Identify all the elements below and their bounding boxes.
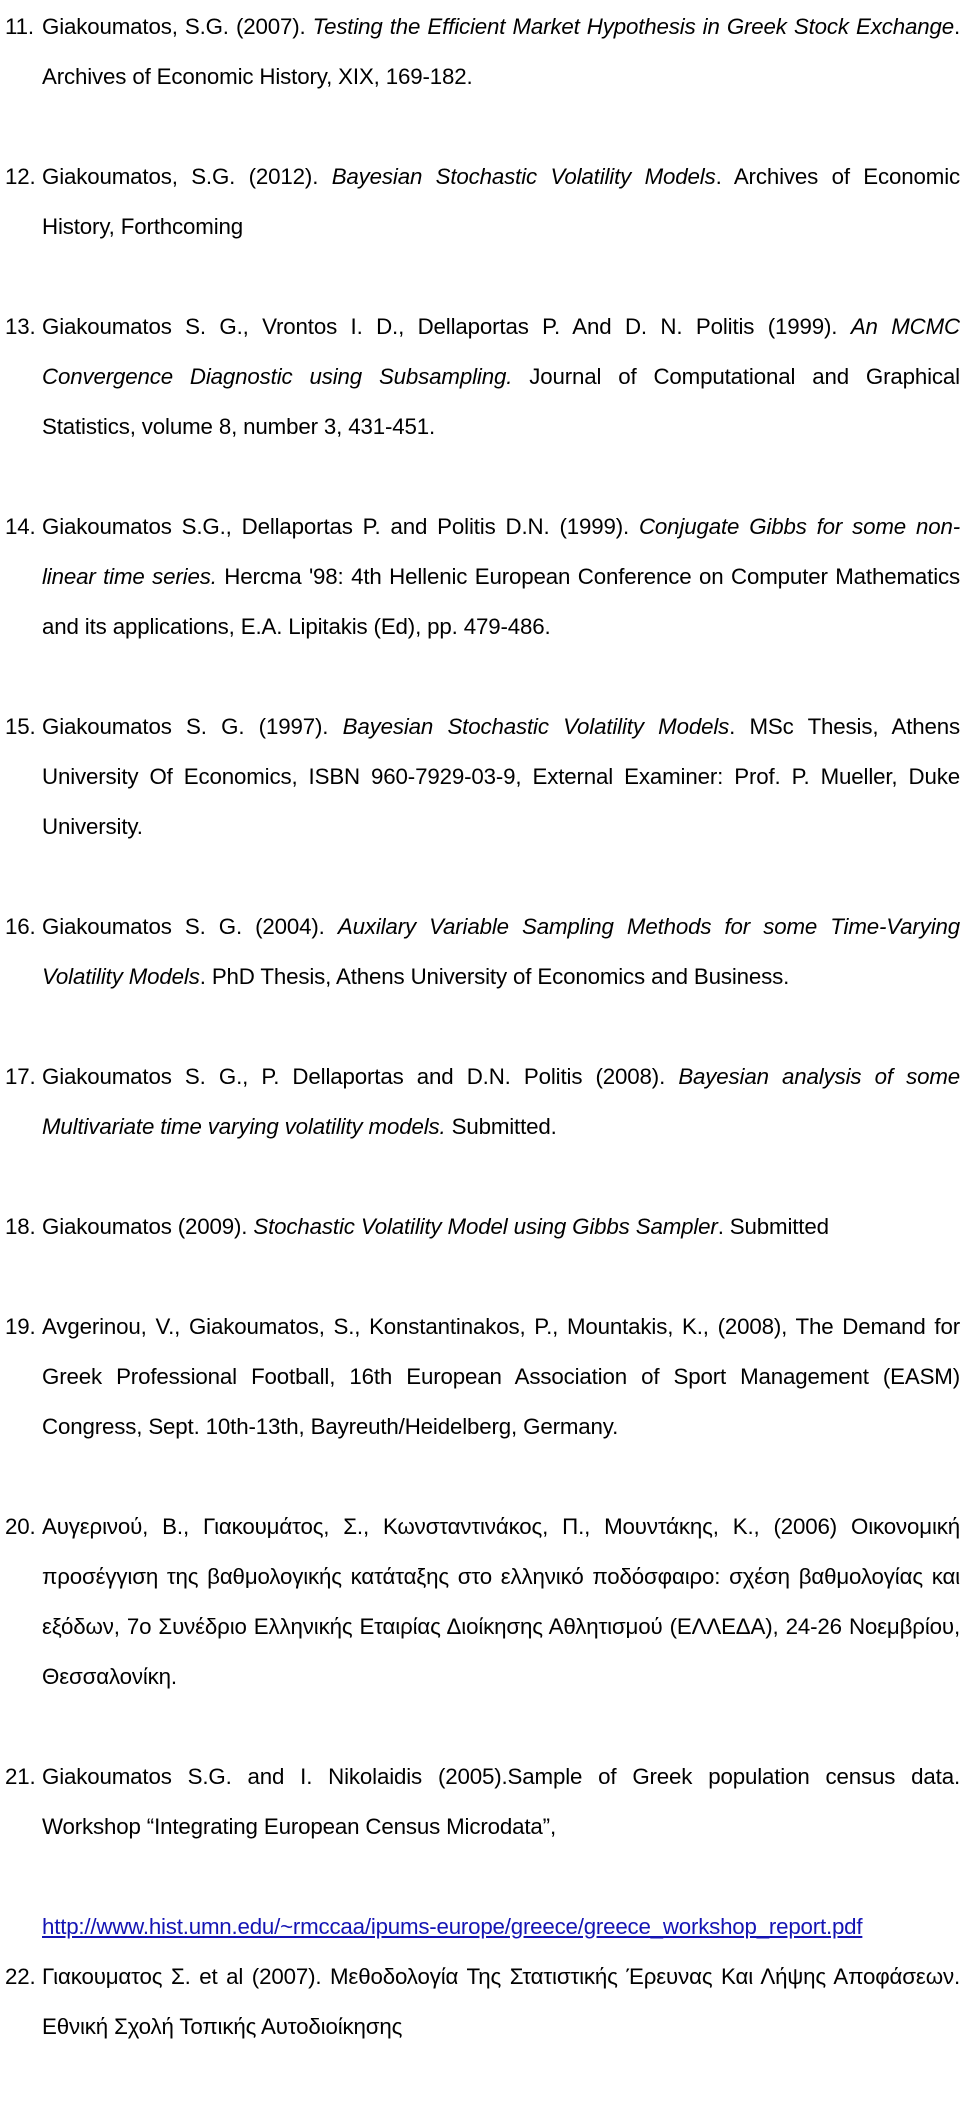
reference-text-segment: Giakoumatos S. G., Vrontos I. D., Dellap…: [42, 314, 851, 339]
reference-text-segment: Submitted.: [445, 1114, 557, 1139]
reference-text: Giakoumatos S. G. (1997). Bayesian Stoch…: [42, 702, 960, 852]
reference-text: Giakoumatos, S.G. (2007). Testing the Ef…: [42, 2, 960, 102]
reference-text: Giakoumatos S.G. and I. Nikolaidis (2005…: [42, 1752, 960, 1852]
reference-text-segment: Avgerinou, V., Giakoumatos, S., Konstant…: [42, 1314, 960, 1439]
reference-entry: 16. Giakoumatos S. G. (2004). Auxilary Va…: [0, 902, 960, 1052]
reference-text: Αυγερινού, Β., Γιακουμάτος, Σ., Κωνσταντ…: [42, 1502, 960, 1702]
reference-number: 11.: [5, 14, 34, 39]
reference-text-segment: Giakoumatos S.G., Dellaportas P. and Pol…: [42, 514, 639, 539]
reference-text-segment: . Submitted: [717, 1214, 829, 1239]
reference-entry: 18. Giakoumatos (2009). Stochastic Volati…: [0, 1202, 960, 1302]
reference-entry: 17. Giakoumatos S. G., P. Dellaportas and…: [0, 1052, 960, 1202]
reference-text-segment: . PhD Thesis, Athens University of Econo…: [199, 964, 790, 989]
reference-text: Giakoumatos, S.G. (2012). Bayesian Stoch…: [42, 152, 960, 252]
reference-number: 13.: [5, 314, 36, 339]
reference-entry: 12. Giakoumatos, S.G. (2012). Bayesian St…: [0, 152, 960, 302]
reference-entry: 11. Giakoumatos, S.G. (2007). Testing the…: [0, 2, 960, 152]
reference-text: Avgerinou, V., Giakoumatos, S., Konstant…: [42, 1302, 960, 1452]
reference-number: 16.: [5, 914, 36, 939]
reference-number: 21.: [5, 1764, 36, 1789]
reference-title-italic: Stochastic Volatility Model using Gibbs …: [253, 1214, 718, 1239]
reference-number: 20.: [5, 1514, 36, 1539]
reference-text: Giakoumatos (2009). Stochastic Volatilit…: [42, 1202, 960, 1252]
reference-text-segment: Giakoumatos (2009).: [42, 1214, 254, 1239]
reference-entry: 21. Giakoumatos S.G. and I. Nikolaidis (2…: [0, 1752, 960, 1902]
reference-text: Giakoumatos S.G., Dellaportas P. and Pol…: [42, 502, 960, 652]
reference-number: 19.: [5, 1314, 36, 1339]
reference-title-italic: Bayesian Stochastic Volatility Models: [342, 714, 730, 739]
reference-entry: 20. Αυγερινού, Β., Γιακουμάτος, Σ., Κωνστ…: [0, 1502, 960, 1752]
document-page: 11. Giakoumatos, S.G. (2007). Testing the…: [0, 0, 960, 2039]
reference-text-segment: Giakoumatos S.G. and I. Nikolaidis (2005…: [42, 1764, 960, 1839]
reference-number: 12.: [5, 164, 36, 189]
reference-number: 17.: [5, 1064, 36, 1089]
reference-url-link[interactable]: http://www.hist.umn.edu/~rmccaa/ipums-eu…: [0, 1902, 960, 1952]
reference-title-italic: Bayesian Stochastic Volatility Models: [331, 164, 716, 189]
reference-text-segment: Αυγερινού, Β., Γιακουμάτος, Σ., Κωνσταντ…: [42, 1514, 960, 1689]
reference-text: Giakoumatos S. G., Vrontos I. D., Dellap…: [42, 302, 960, 452]
reference-entry: 13. Giakoumatos S. G., Vrontos I. D., Del…: [0, 302, 960, 502]
reference-text-segment: Giakoumatos S. G. (2004).: [42, 914, 338, 939]
reference-list: 11. Giakoumatos, S.G. (2007). Testing the…: [0, 0, 960, 2102]
reference-number: 14.: [5, 514, 36, 539]
reference-text: Giakoumatos S. G., P. Dellaportas and D.…: [42, 1052, 960, 1152]
reference-text-segment: Giakoumatos, S.G. (2007).: [42, 14, 313, 39]
reference-entry: 22. Γιακουματος Σ. et al (2007). Μεθοδολο…: [0, 1952, 960, 2102]
reference-number: 22.: [5, 1964, 36, 1989]
reference-text: Γιακουματος Σ. et al (2007). Μεθοδολογία…: [42, 1952, 960, 2052]
reference-title-italic: Testing the Efficient Market Hypothesis …: [312, 14, 954, 39]
reference-text-segment: Γιακουματος Σ. et al (2007). Μεθοδολογία…: [42, 1964, 960, 2039]
reference-entry: 15. Giakoumatos S. G. (1997). Bayesian St…: [0, 702, 960, 902]
reference-entry: 14. Giakoumatos S.G., Dellaportas P. and …: [0, 502, 960, 702]
reference-number: 15.: [5, 714, 36, 739]
reference-text: Giakoumatos S. G. (2004). Auxilary Varia…: [42, 902, 960, 1002]
reference-number: 18.: [5, 1214, 36, 1239]
reference-entry: 19. Avgerinou, V., Giakoumatos, S., Konst…: [0, 1302, 960, 1502]
reference-text-segment: Giakoumatos S. G., P. Dellaportas and D.…: [42, 1064, 679, 1089]
reference-text-segment: Giakoumatos S. G. (1997).: [42, 714, 343, 739]
reference-text-segment: Giakoumatos, S.G. (2012).: [42, 164, 332, 189]
